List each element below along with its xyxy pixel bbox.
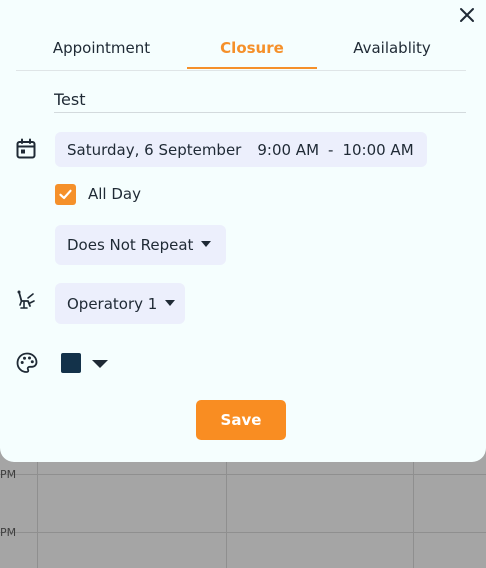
caret-down-icon [201,241,212,247]
title-input[interactable] [54,86,466,113]
tab-closure[interactable]: Closure [187,30,317,69]
time-separator: - [328,140,334,159]
end-time[interactable]: 10:00 AM [342,141,413,159]
calendar-icon [15,138,37,164]
color-swatch[interactable] [61,353,81,373]
operatory-value: Operatory 1 [67,294,158,313]
calendar-row-divider [0,474,486,475]
save-button[interactable]: Save [196,400,286,440]
start-time[interactable]: 9:00 AM [257,141,319,159]
repeat-value: Does Not Repeat [67,236,194,254]
time-label: PM [0,468,17,481]
calendar-row-divider [0,532,486,533]
time-label: PM [0,526,17,539]
check-icon [59,189,72,200]
close-button[interactable] [457,5,477,25]
all-day-label: All Day [88,185,141,203]
closure-modal: Appointment Closure Availablity Saturday… [0,0,486,462]
date-text: Saturday, 6 September [67,140,242,159]
tab-availability[interactable]: Availablity [317,30,467,69]
date-time-picker[interactable]: Saturday, 6 September 9:00 AM - 10:00 AM [55,132,427,167]
dental-chair-icon [15,289,37,315]
repeat-dropdown[interactable]: Does Not Repeat [55,225,226,265]
tab-appointment[interactable]: Appointment [16,30,187,69]
palette-icon [15,351,39,379]
operatory-dropdown[interactable]: Operatory 1 [55,283,185,324]
all-day-checkbox[interactable] [55,184,76,205]
color-dropdown-caret-icon[interactable] [92,360,108,368]
caret-down-icon [165,299,176,306]
tab-bar: Appointment Closure Availablity [16,30,466,71]
close-icon [460,8,474,22]
